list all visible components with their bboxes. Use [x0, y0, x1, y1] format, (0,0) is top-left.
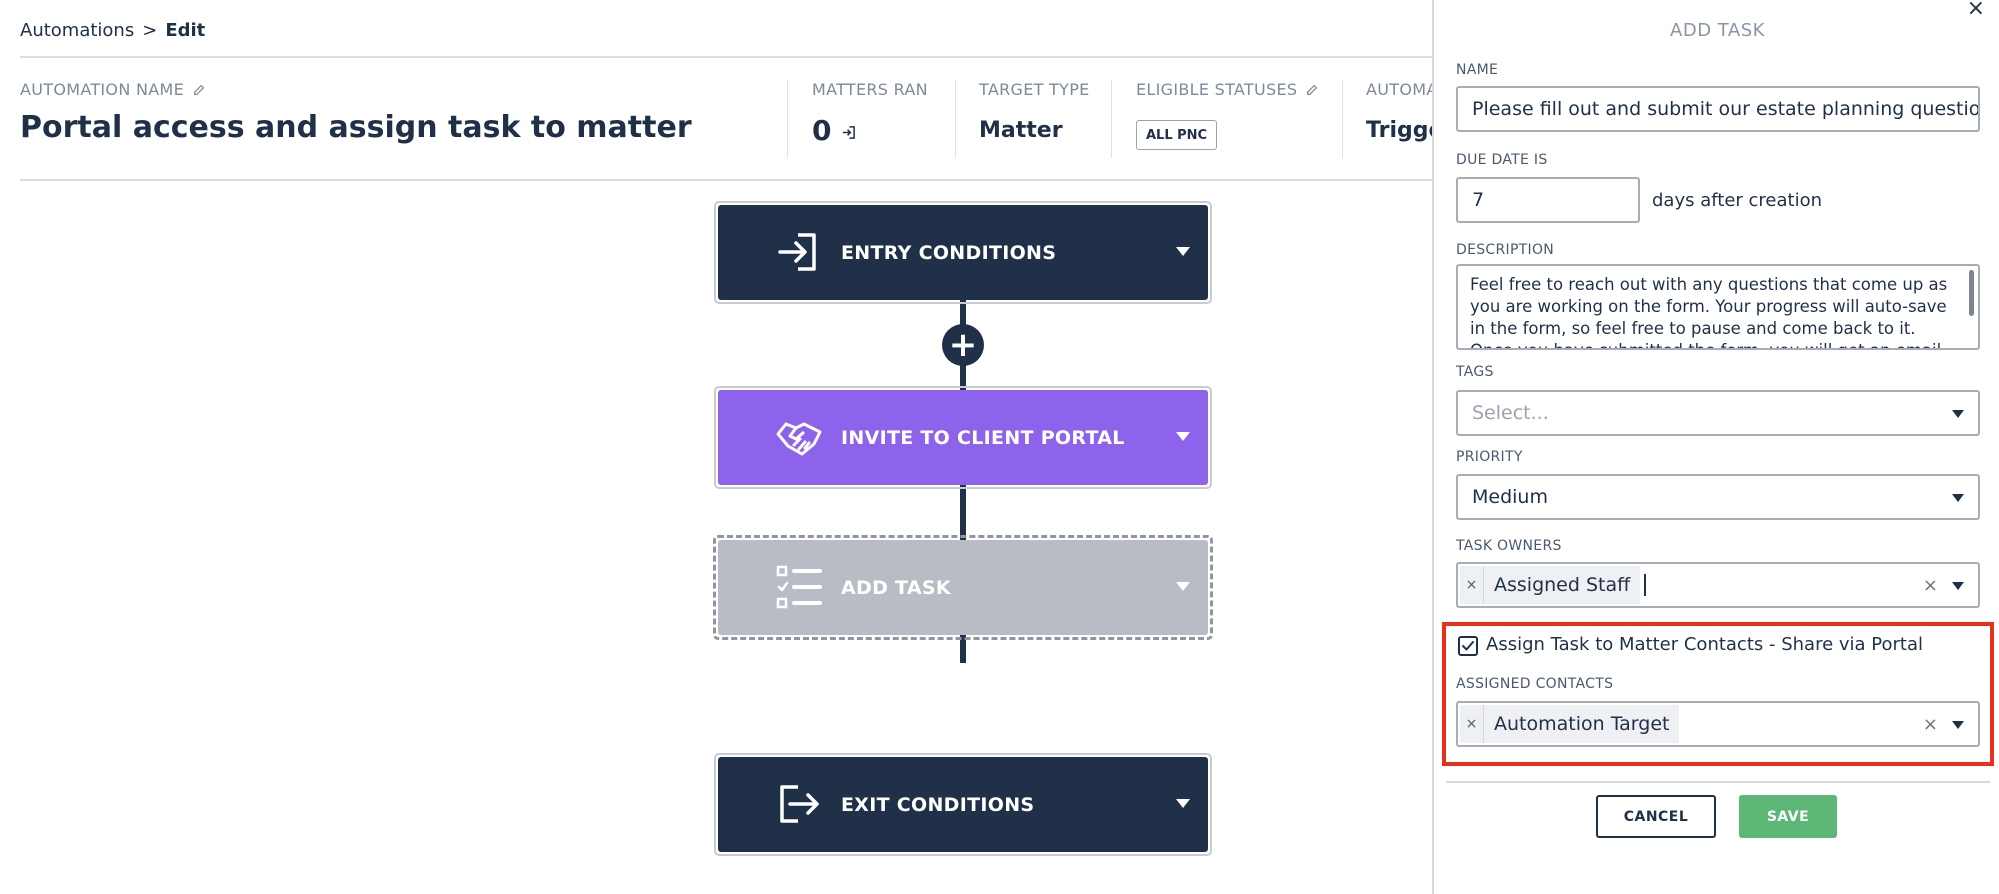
login-icon[interactable]	[841, 125, 856, 140]
eligible-status-badge: ALL PNC	[1136, 120, 1218, 150]
flow-connector	[960, 485, 966, 540]
tags-label: TAGS	[1456, 364, 1494, 380]
assign-to-contacts-checkbox[interactable]	[1458, 636, 1478, 656]
target-type-label: TARGET TYPE	[979, 80, 1090, 99]
matters-ran-count: 0	[812, 114, 832, 147]
chevron-down-icon[interactable]	[1176, 432, 1190, 441]
step-entry-conditions[interactable]: ENTRY CONDITIONS	[714, 201, 1212, 304]
tags-select[interactable]: Select...	[1456, 390, 1980, 436]
save-button[interactable]: SAVE	[1739, 795, 1837, 838]
step-add-task[interactable]: ADD TASK	[713, 535, 1213, 640]
task-owners-select[interactable]: × Assigned Staff ×	[1456, 562, 1980, 608]
task-owners-label: TASK OWNERS	[1456, 538, 1562, 554]
handshake-icon	[776, 422, 822, 456]
close-icon[interactable]: ×	[1967, 0, 1985, 21]
matters-ran-label: MATTERS RAN	[812, 80, 928, 99]
header-divider	[787, 80, 788, 158]
add-step-button[interactable]: +	[942, 324, 984, 366]
breadcrumb-current: Edit	[165, 20, 206, 41]
add-task-panel: ADD TASK × NAME Please fill out and subm…	[1432, 0, 1999, 894]
automation-name: Portal access and assign task to matter	[20, 110, 692, 145]
step-label: INVITE TO CLIENT PORTAL	[841, 426, 1125, 449]
due-date-suffix: days after creation	[1652, 190, 1822, 211]
cancel-button[interactable]: CANCEL	[1596, 795, 1716, 838]
panel-footer-divider	[1446, 781, 1990, 783]
chip-remove-icon[interactable]: ×	[1460, 566, 1484, 604]
pencil-icon[interactable]	[192, 83, 206, 97]
description-scrollbar[interactable]	[1969, 270, 1974, 316]
assign-to-contacts-label[interactable]: Assign Task to Matter Contacts - Share v…	[1486, 634, 1923, 655]
breadcrumb-separator: >	[142, 20, 158, 41]
priority-select[interactable]: Medium	[1456, 474, 1980, 520]
eligible-statuses-label-text: ELIGIBLE STATUSES	[1136, 80, 1298, 99]
matters-ran-value: 0	[812, 114, 856, 147]
header-divider	[955, 80, 956, 158]
chevron-down-icon[interactable]	[1176, 247, 1190, 256]
checkmark-icon	[1462, 641, 1474, 651]
breadcrumb: Automations > Edit	[20, 20, 205, 41]
automation-name-label: AUTOMATION NAME	[20, 80, 206, 99]
description-label: DESCRIPTION	[1456, 242, 1555, 258]
chevron-down-icon[interactable]	[1176, 799, 1190, 808]
header-divider	[1111, 80, 1112, 158]
assigned-contact-chip-label: Automation Target	[1494, 713, 1670, 735]
name-input[interactable]: Please fill out and submit our estate pl…	[1456, 86, 1980, 132]
name-label: NAME	[1456, 62, 1499, 78]
chevron-down-icon[interactable]	[1952, 582, 1964, 590]
clear-icon[interactable]: ×	[1923, 714, 1938, 735]
description-text: Feel free to reach out with any question…	[1470, 275, 1948, 348]
assigned-contacts-select[interactable]: × Automation Target ×	[1456, 701, 1980, 747]
exit-icon	[780, 785, 819, 823]
step-exit-conditions[interactable]: EXIT CONDITIONS	[714, 753, 1212, 856]
breadcrumb-automations-link[interactable]: Automations	[20, 20, 134, 41]
due-date-label: DUE DATE IS	[1456, 152, 1548, 168]
header-divider	[1342, 80, 1343, 158]
chevron-down-icon[interactable]	[1952, 721, 1964, 729]
chevron-down-icon[interactable]	[1176, 582, 1190, 591]
eligible-statuses-label: ELIGIBLE STATUSES	[1136, 80, 1319, 99]
due-date-input[interactable]: 7	[1456, 177, 1640, 223]
top-divider	[20, 56, 1450, 58]
step-label: EXIT CONDITIONS	[841, 793, 1035, 816]
assigned-contact-chip: × Automation Target	[1460, 705, 1680, 743]
chevron-down-icon[interactable]	[1952, 410, 1964, 418]
pencil-icon[interactable]	[1305, 83, 1319, 97]
step-label: ENTRY CONDITIONS	[841, 241, 1057, 264]
priority-label: PRIORITY	[1456, 449, 1523, 465]
checklist-icon	[776, 565, 822, 609]
assigned-contacts-label: ASSIGNED CONTACTS	[1456, 676, 1614, 692]
target-type-value: Matter	[979, 118, 1063, 143]
step-invite-to-client-portal[interactable]: INVITE TO CLIENT PORTAL	[714, 386, 1212, 489]
task-owner-chip: × Assigned Staff	[1460, 566, 1641, 604]
clear-icon[interactable]: ×	[1923, 575, 1938, 596]
chip-remove-icon[interactable]: ×	[1460, 705, 1484, 743]
header-divider-bottom	[20, 179, 1450, 181]
flow-connector	[960, 635, 966, 663]
text-cursor	[1644, 574, 1646, 596]
chevron-down-icon[interactable]	[1952, 494, 1964, 502]
panel-title: ADD TASK	[1670, 20, 1765, 41]
tags-placeholder: Select...	[1472, 402, 1549, 424]
enter-icon	[778, 233, 816, 271]
automation-name-label-text: AUTOMATION NAME	[20, 80, 184, 99]
automation-trigger-label: AUTOMA	[1366, 80, 1438, 99]
task-owner-chip-label: Assigned Staff	[1494, 574, 1631, 596]
description-textarea[interactable]: Feel free to reach out with any question…	[1456, 264, 1980, 350]
priority-value: Medium	[1472, 486, 1548, 508]
step-label: ADD TASK	[841, 576, 951, 599]
